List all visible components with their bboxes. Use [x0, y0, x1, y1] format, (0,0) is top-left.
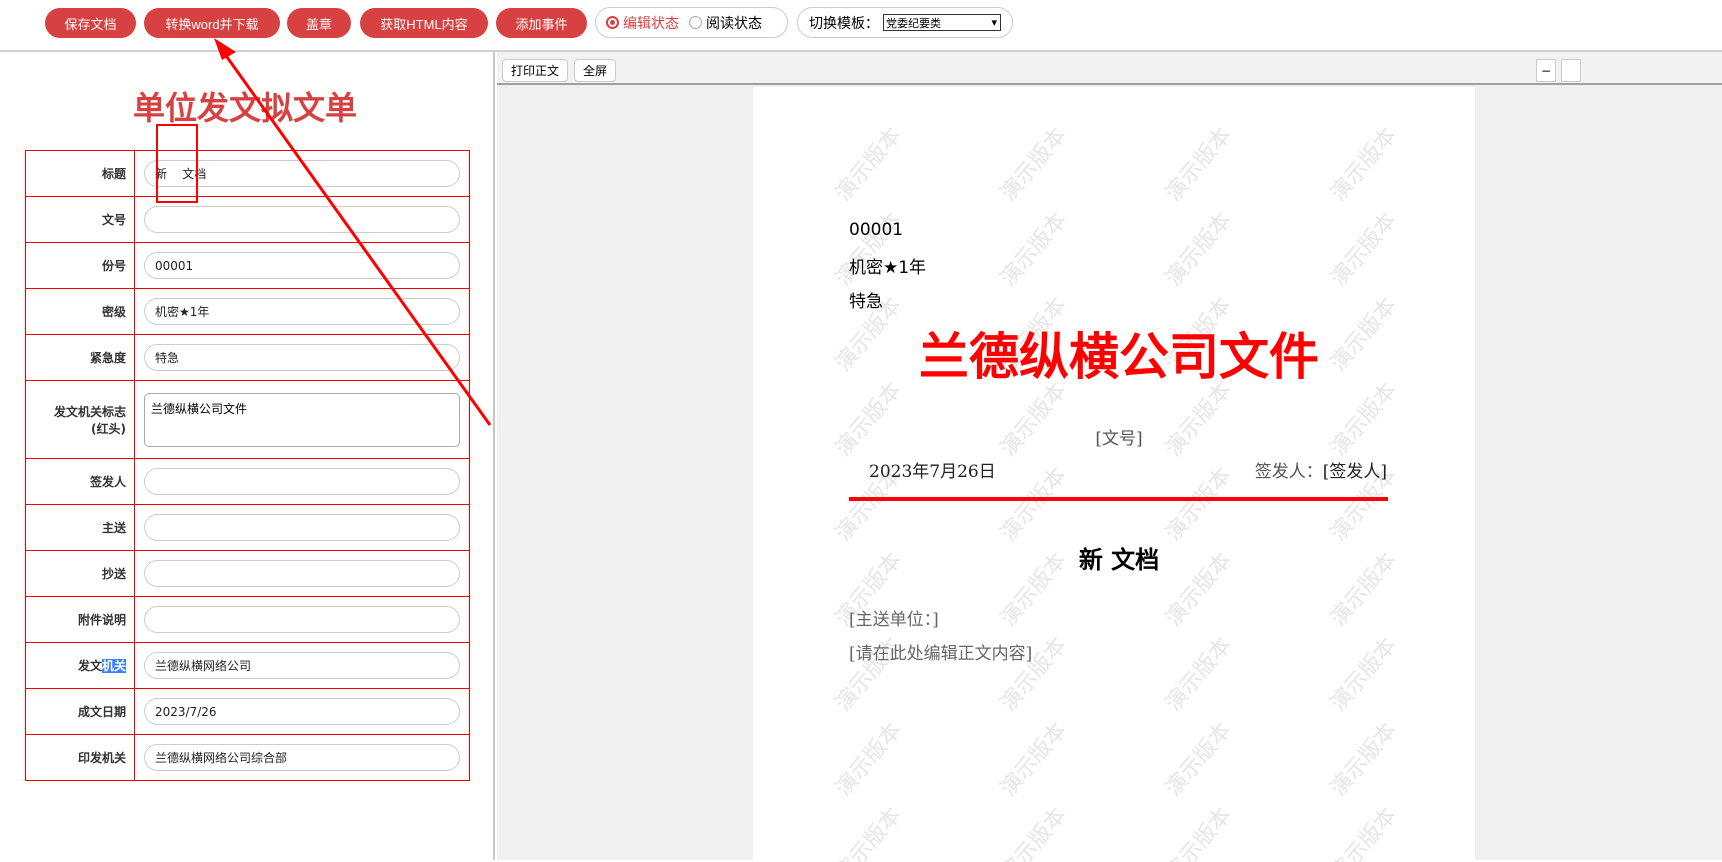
arrow-head-icon [214, 38, 236, 60]
annotation-overlay [156, 38, 492, 426]
highlight-box [156, 124, 198, 203]
annotation-arrow [220, 49, 492, 426]
